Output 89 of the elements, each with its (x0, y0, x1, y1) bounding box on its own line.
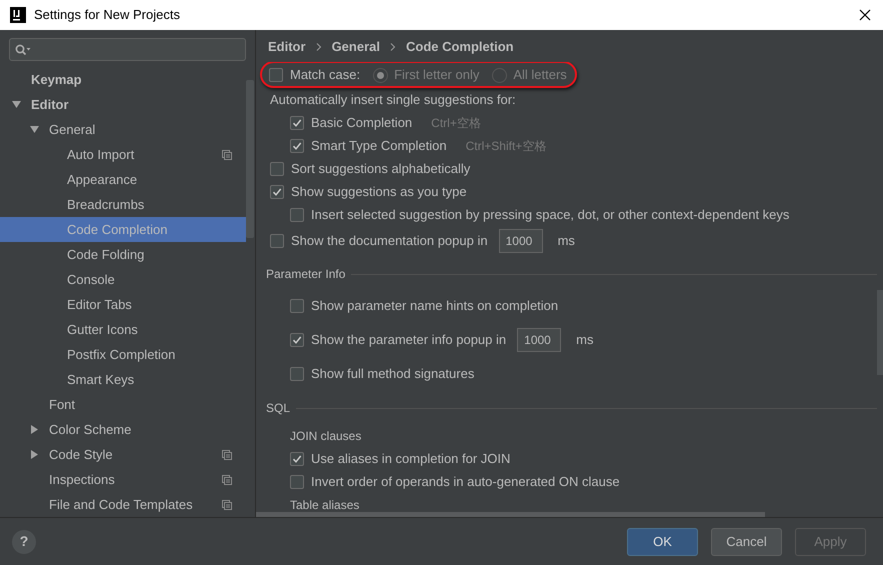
checkbox[interactable] (270, 162, 284, 176)
tree-item[interactable]: Inspections (0, 467, 246, 492)
tree-item[interactable]: Editor Tabs (0, 292, 246, 317)
chevron-icon (390, 42, 396, 50)
checkbox[interactable] (290, 332, 304, 346)
section-title: SQL (266, 400, 290, 417)
tree-item[interactable]: Color Scheme (0, 417, 246, 442)
tree-item[interactable]: Appearance (0, 167, 246, 192)
input-field[interactable]: 1000 (517, 328, 562, 352)
expanded-arrow-icon[interactable] (12, 100, 21, 109)
tree-item-label: Inspections (49, 470, 115, 489)
tree-item[interactable]: Auto Import (0, 142, 246, 167)
window-title: Settings for New Projects (34, 6, 180, 24)
close-icon[interactable] (859, 9, 871, 21)
tree-item-label: General (49, 120, 96, 139)
option-label[interactable]: Basic Completion (311, 112, 412, 132)
tree-item[interactable]: Editor (0, 92, 246, 117)
checkbox[interactable] (290, 208, 304, 222)
dialog-button[interactable]: Cancel (711, 528, 782, 556)
tree-item-label: Editor (31, 96, 69, 114)
tree-item[interactable]: File and Code Templates (0, 492, 246, 517)
option-label[interactable]: Insert selected suggestion by pressing space, dot, or other context-dependent keys (311, 204, 790, 224)
tree-item[interactable]: Code Folding (0, 242, 246, 267)
tree-item[interactable]: Breadcrumbs (0, 192, 246, 217)
checkbox[interactable] (290, 138, 304, 152)
checkbox[interactable] (270, 184, 284, 198)
tree-item-label: Code Style (49, 446, 113, 464)
tree-item-label: Gutter Icons (67, 320, 138, 339)
tree-item[interactable]: General (0, 117, 246, 142)
tree-item-label: Breadcrumbs (67, 196, 144, 214)
unit-label: ms (558, 232, 575, 250)
checkbox[interactable] (290, 116, 304, 130)
option-label[interactable]: Show suggestions as you type (291, 182, 467, 202)
option-label[interactable]: Sort suggestions alphabetically (291, 158, 470, 178)
tree-item-label: File and Code Templates (49, 496, 193, 514)
checkbox[interactable] (290, 474, 304, 488)
option-label[interactable]: Show full method signatures (311, 364, 474, 384)
subheading: Table aliases (290, 496, 360, 512)
tree-item-label: Appearance (67, 170, 138, 189)
option-label[interactable]: Smart Type Completion (311, 136, 447, 156)
checkbox[interactable] (290, 298, 304, 312)
checkbox[interactable] (290, 452, 304, 466)
dialog-button[interactable]: OK (627, 528, 698, 556)
group-label: Automatically insert single suggestions for: (270, 90, 516, 109)
app-logo-icon (10, 7, 26, 23)
shortcut-hint: Ctrl+Shift+空格 (466, 138, 546, 154)
tree-item-label: Postfix Completion (67, 346, 176, 364)
breadcrumb-item[interactable]: Code Completion (406, 36, 514, 56)
scrollbar-thumb[interactable] (256, 512, 765, 517)
tree-item[interactable]: Keymap (0, 67, 246, 92)
chevron-icon (316, 42, 322, 50)
tree-item[interactable]: Smart Keys (0, 367, 246, 392)
tree-item-label: Keymap (31, 70, 82, 89)
option-label[interactable]: Show the documentation popup in (291, 230, 488, 250)
tree-item-label: Console (67, 270, 115, 289)
breadcrumb-item[interactable]: Editor (268, 36, 306, 56)
tree-item-label: Editor Tabs (67, 296, 132, 314)
option-label[interactable]: Match case: (290, 65, 360, 85)
scrollbar-thumb[interactable] (246, 80, 254, 238)
collapsed-arrow-icon[interactable] (30, 425, 39, 434)
checkbox[interactable] (270, 234, 284, 248)
breadcrumb-item[interactable]: General (332, 36, 380, 56)
search-icon (15, 44, 31, 56)
tree-item-label: Code Completion (67, 220, 168, 239)
search-field[interactable] (9, 38, 246, 61)
tree-item[interactable]: Console (0, 267, 246, 292)
tree-item[interactable]: Gutter Icons (0, 317, 246, 342)
tree-item[interactable]: Font (0, 392, 246, 417)
collapsed-arrow-icon[interactable] (30, 450, 39, 459)
option-label[interactable]: Show the parameter info popup in (311, 330, 506, 350)
tree-item[interactable]: Postfix Completion (0, 342, 246, 367)
unit-label: ms (576, 330, 594, 349)
tree-item-label: Code Folding (67, 246, 144, 264)
checkbox[interactable] (269, 68, 283, 82)
tree-item-label: Color Scheme (49, 420, 132, 439)
shortcut-hint: Ctrl+空格 (431, 114, 481, 132)
expanded-arrow-icon[interactable] (30, 125, 39, 134)
tree-item-label: Smart Keys (67, 370, 134, 389)
section-title: Parameter Info (266, 266, 346, 283)
subheading: JOIN clauses (290, 428, 362, 444)
option-label[interactable]: Invert order of operands in auto-generated ON clause (311, 472, 620, 492)
checkbox[interactable] (290, 366, 304, 380)
tree-item-label: Font (49, 396, 76, 414)
input-field[interactable]: 1000 (498, 228, 543, 252)
help-button[interactable]: ? (12, 530, 36, 554)
tree-item-label: Auto Import (67, 146, 134, 164)
option-label[interactable]: Show parameter name hints on completion (311, 296, 558, 316)
tree-item[interactable]: Code Style (0, 442, 246, 467)
option-label[interactable]: Use aliases in completion for JOIN (311, 448, 510, 468)
